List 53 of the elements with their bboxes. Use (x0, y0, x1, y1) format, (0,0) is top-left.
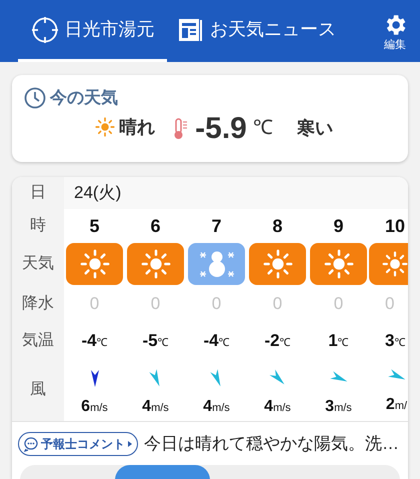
temperature-text: -5℃ (142, 330, 169, 352)
sun-icon (95, 117, 116, 137)
row-label: 降水 (22, 294, 54, 314)
wind-speed-text: 4m/s (264, 397, 291, 417)
precipitation-text: 0 (150, 293, 160, 316)
clock-icon (24, 86, 46, 109)
crosshair-icon (30, 16, 58, 44)
hour-text: 5 (89, 214, 100, 238)
temperature-text: -4℃ (81, 330, 108, 352)
hour-text: 10 (385, 214, 406, 238)
sun-icon (324, 249, 354, 279)
precipitation-text: 0 (212, 293, 222, 316)
sun-icon (262, 249, 292, 279)
header-tab[interactable]: お天気ニュース (167, 0, 347, 62)
row-label: 日 (30, 183, 46, 203)
hour-text: 8 (272, 214, 282, 238)
wind-speed-text: 2m/ (386, 395, 408, 415)
caret-icon (127, 440, 133, 448)
wind-speed-text: 3m/s (325, 397, 352, 417)
temperature-text: -4℃ (203, 330, 230, 352)
thermometer-icon (173, 118, 190, 140)
sun-icon (140, 249, 170, 279)
condition-text: 晴れ (119, 116, 156, 138)
sun-icon (80, 249, 110, 279)
hour-text: 7 (211, 214, 222, 238)
chat-bubble-icon (23, 436, 39, 452)
precipitation-text: 0 (90, 293, 100, 316)
feeling-text: 寒い (296, 116, 333, 140)
precipitation-text: 0 (272, 293, 282, 316)
temperature-text: 3℃ (385, 330, 406, 352)
temperature-text: 1℃ (328, 330, 349, 352)
temperature-text: -2℃ (264, 330, 291, 352)
wind-speed-text: 6m/s (81, 397, 108, 417)
date-text: 24(火) (74, 182, 122, 204)
row-label: 天気 (22, 254, 54, 274)
sun-icon (382, 249, 408, 279)
header-tab[interactable]: 日光市湯元 (18, 0, 167, 62)
precipitation-text: 0 (385, 293, 394, 316)
row-label: 風 (30, 380, 46, 400)
precipitation-text: 0 (334, 293, 344, 316)
card-title: 今の天気 (50, 87, 118, 109)
wind-speed-text: 4m/s (142, 397, 169, 417)
wind-speed-text: 4m/s (203, 397, 230, 417)
hour-text: 9 (333, 214, 344, 238)
temperature-unit: ℃ (252, 116, 273, 140)
newspaper-icon (178, 16, 204, 42)
settings-button[interactable]: 編集 (370, 0, 420, 62)
comment-text: 今日は晴れて穏やかな陽気。洗… (144, 432, 399, 455)
row-label: 気温 (22, 331, 54, 351)
forecaster-comment-button[interactable]: 予報士コメント (18, 432, 138, 456)
temperature-value: -5.9 (195, 114, 247, 144)
hour-text: 6 (150, 214, 160, 238)
row-label: 時 (30, 216, 46, 236)
